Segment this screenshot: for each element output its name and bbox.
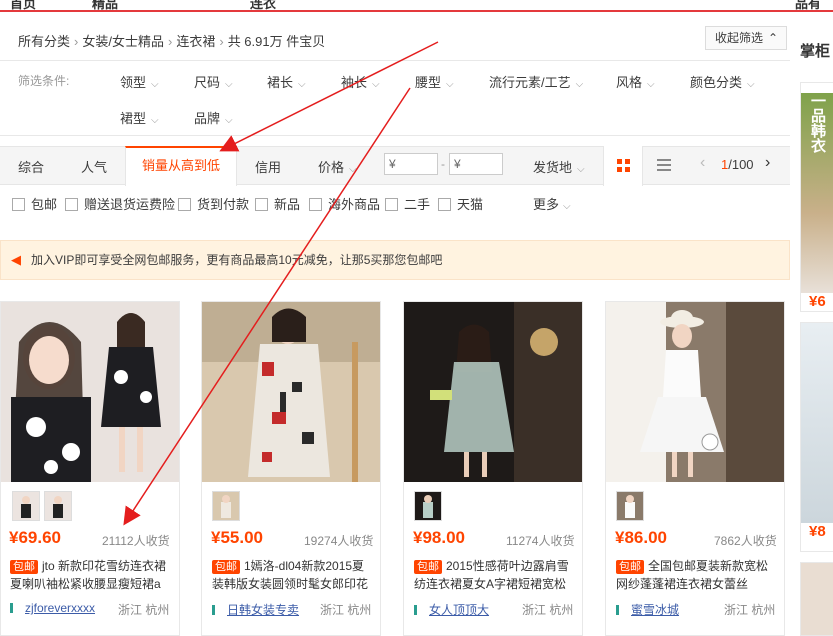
arrow-to-sold-count — [123, 87, 411, 526]
annotation-arrows — [123, 41, 439, 526]
